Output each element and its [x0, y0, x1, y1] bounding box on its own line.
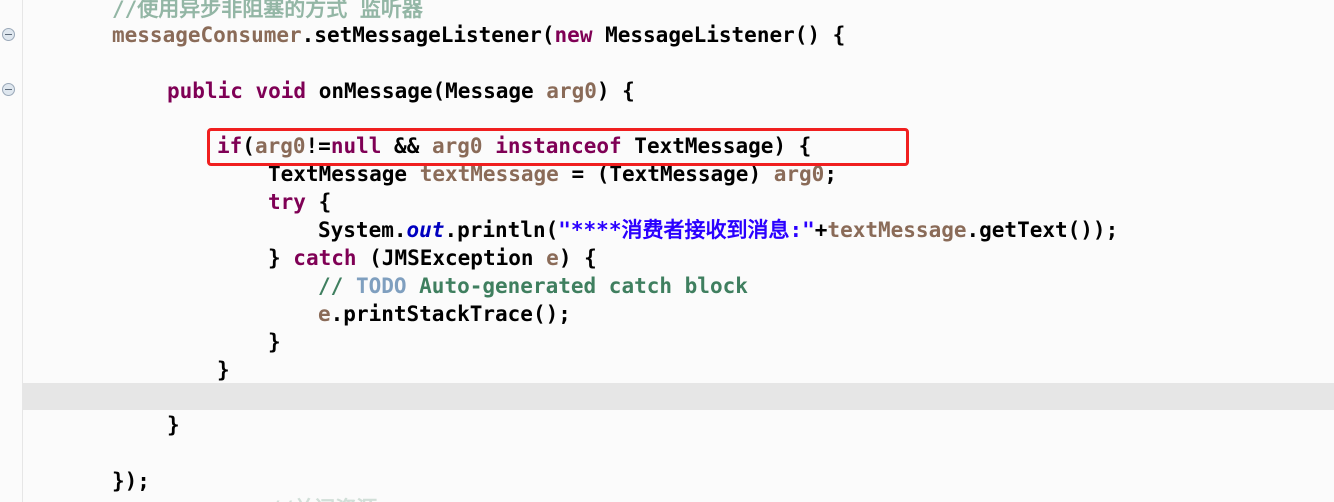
code-token-plain: .getText()); — [966, 218, 1119, 242]
code-line[interactable]: //使用异步非阻塞的方式 监听器 — [22, 0, 423, 23]
code-line[interactable]: messageConsumer.setMessageListener(new M… — [22, 21, 845, 49]
code-token-local: arg0 — [546, 79, 597, 103]
code-token-local: textMessage — [419, 162, 559, 186]
code-token-keyword: public void — [167, 79, 307, 103]
code-token-plain: { — [305, 190, 332, 214]
code-token-comment: //使用异步非阻塞的方式 监听器 — [112, 0, 423, 21]
code-token-plain: TextMessage — [268, 162, 420, 186]
fold-collapse-icon[interactable] — [2, 28, 15, 41]
fold-collapse-icon[interactable] — [2, 83, 15, 96]
code-token-plain: TextMessage) { — [621, 134, 812, 158]
code-line[interactable]: } catch (JMSException e) { — [22, 244, 597, 272]
code-token-comment: //关闭资源 — [268, 497, 377, 502]
code-token-keyword: catch — [293, 246, 357, 270]
code-token-keyword: try — [268, 190, 306, 214]
code-token-plain: ) { — [558, 246, 597, 270]
code-token-local: arg0 — [254, 134, 306, 158]
code-token-plain: (JMSException — [356, 246, 547, 270]
code-token-local: e — [546, 246, 559, 270]
code-token-plain: } — [268, 246, 294, 270]
code-token-local: arg0 — [773, 162, 825, 186]
code-token-plain: + — [814, 218, 828, 242]
code-token-local: arg0 — [431, 134, 483, 158]
code-token-plain: != — [305, 134, 331, 158]
code-line[interactable]: } — [22, 411, 180, 439]
code-token-plain: ( — [242, 134, 255, 158]
code-token-plain: } — [217, 358, 230, 382]
code-token-comment: Auto-generated catch block — [406, 274, 748, 298]
code-token-plain: ; — [824, 162, 837, 186]
code-line[interactable]: } — [22, 328, 281, 356]
code-token-comment: // — [318, 274, 356, 298]
code-token-string: "****消费者接收到消息:" — [558, 218, 815, 242]
code-token-keyword: null — [330, 134, 382, 158]
code-token-keyword: new — [554, 23, 593, 47]
code-token-local: e — [318, 302, 331, 326]
code-text-area[interactable]: //使用异步非阻塞的方式 监听器 messageConsumer.setMessa… — [22, 0, 1334, 502]
code-line[interactable]: TextMessage textMessage = (TextMessage) … — [22, 160, 837, 188]
code-token-plain: } — [268, 330, 281, 354]
code-token-plain: MessageListener() { — [592, 23, 846, 47]
code-token-keyword: if — [217, 134, 243, 158]
code-token-plain: && — [381, 134, 432, 158]
editor-gutter[interactable] — [0, 0, 23, 502]
code-token-todo: TODO — [355, 274, 407, 298]
code-line[interactable]: }); — [22, 467, 150, 495]
code-line[interactable]: public void onMessage(Message arg0) { — [22, 77, 635, 105]
code-line[interactable]: // TODO Auto-generated catch block — [22, 272, 748, 300]
code-editor-view[interactable]: //使用异步非阻塞的方式 监听器 messageConsumer.setMessa… — [0, 0, 1334, 502]
code-token-plain: .setMessageListener( — [301, 23, 555, 47]
code-token-plain: } — [167, 413, 180, 437]
code-line[interactable]: e.printStackTrace(); — [22, 300, 571, 328]
code-line[interactable]: //关闭资源 — [22, 495, 377, 502]
code-token-local: textMessage — [827, 218, 967, 242]
code-token-keyword: instanceof — [495, 134, 622, 158]
code-token-plain: onMessage(Message — [306, 79, 547, 103]
code-token-plain: .println( — [444, 218, 559, 242]
code-token-plain: System. — [318, 218, 407, 242]
code-token-local: messageConsumer — [112, 23, 302, 47]
code-token-plain: }); — [112, 469, 150, 493]
code-line[interactable]: try { — [22, 188, 331, 216]
code-line[interactable]: if(arg0!=null && arg0 instanceof TextMes… — [22, 132, 811, 160]
code-token-plain: .printStackTrace(); — [330, 302, 571, 326]
code-line[interactable]: } — [22, 356, 230, 384]
code-token-field: out — [406, 218, 445, 242]
current-line-highlight — [11, 383, 1334, 410]
code-line[interactable]: System.out.println("****消费者接收到消息:"+textM… — [22, 216, 1118, 244]
code-token-plain: ) { — [596, 79, 635, 103]
code-token-plain: = (TextMessage) — [558, 162, 774, 186]
